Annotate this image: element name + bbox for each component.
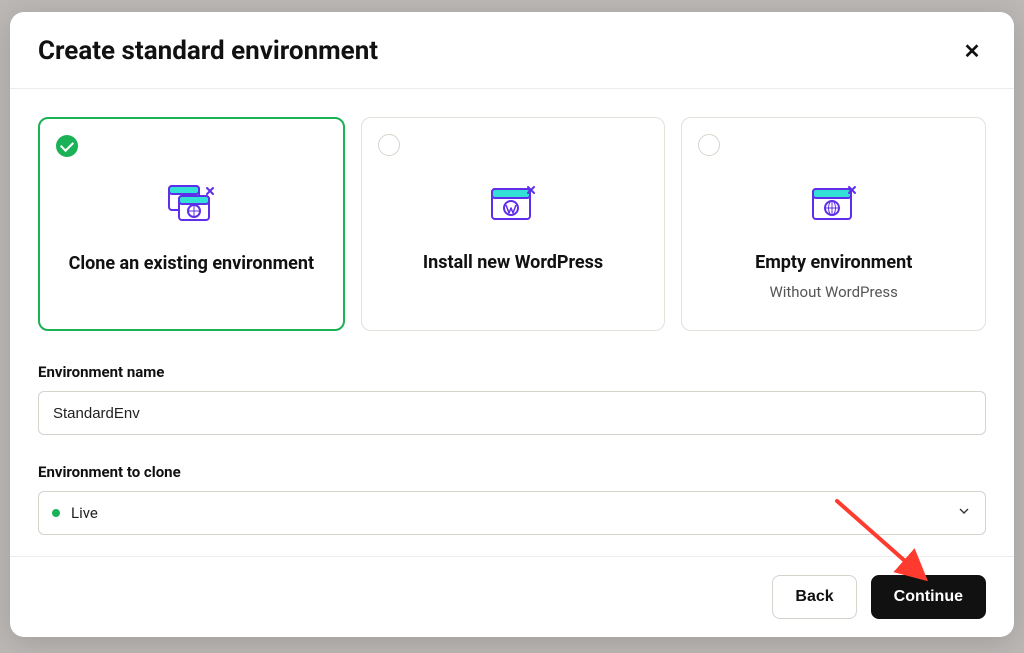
- option-title: Clone an existing environment: [58, 253, 325, 274]
- close-button[interactable]: ✕: [958, 37, 986, 65]
- create-environment-modal: Create standard environment ✕: [10, 12, 1014, 637]
- environment-name-label: Environment name: [38, 363, 986, 381]
- modal-header: Create standard environment ✕: [10, 12, 1014, 89]
- environment-clone-block: Environment to clone Live: [38, 463, 986, 535]
- environment-clone-select[interactable]: Live: [38, 491, 986, 535]
- option-title: Empty environment: [700, 252, 967, 273]
- option-subtitle: Without WordPress: [700, 283, 967, 301]
- option-install-wordpress[interactable]: Install new WordPress: [361, 117, 666, 331]
- empty-environment-icon: [700, 180, 967, 230]
- back-button[interactable]: Back: [772, 575, 856, 619]
- option-title: Install new WordPress: [380, 252, 647, 273]
- clone-icon: [58, 181, 325, 231]
- modal-body: Clone an existing environment Install ne…: [10, 89, 1014, 556]
- back-button-label: Back: [795, 588, 833, 606]
- option-empty-environment[interactable]: Empty environment Without WordPress: [681, 117, 986, 331]
- environment-clone-label: Environment to clone: [38, 463, 986, 481]
- close-icon: ✕: [964, 39, 981, 64]
- wordpress-icon: [380, 180, 647, 230]
- continue-button[interactable]: Continue: [871, 575, 986, 619]
- environment-type-options: Clone an existing environment Install ne…: [38, 117, 986, 331]
- status-dot-icon: [52, 509, 60, 517]
- radio-unselected-icon: [378, 134, 400, 156]
- modal-title: Create standard environment: [38, 36, 378, 66]
- option-clone-existing[interactable]: Clone an existing environment: [38, 117, 345, 331]
- radio-selected-icon: [56, 135, 78, 157]
- chevron-down-icon: [956, 503, 972, 523]
- environment-name-input[interactable]: [38, 391, 986, 435]
- continue-button-label: Continue: [894, 588, 963, 606]
- modal-footer: Back Continue: [10, 556, 1014, 637]
- radio-unselected-icon: [698, 134, 720, 156]
- select-value: Live: [71, 504, 98, 522]
- environment-name-block: Environment name: [38, 363, 986, 435]
